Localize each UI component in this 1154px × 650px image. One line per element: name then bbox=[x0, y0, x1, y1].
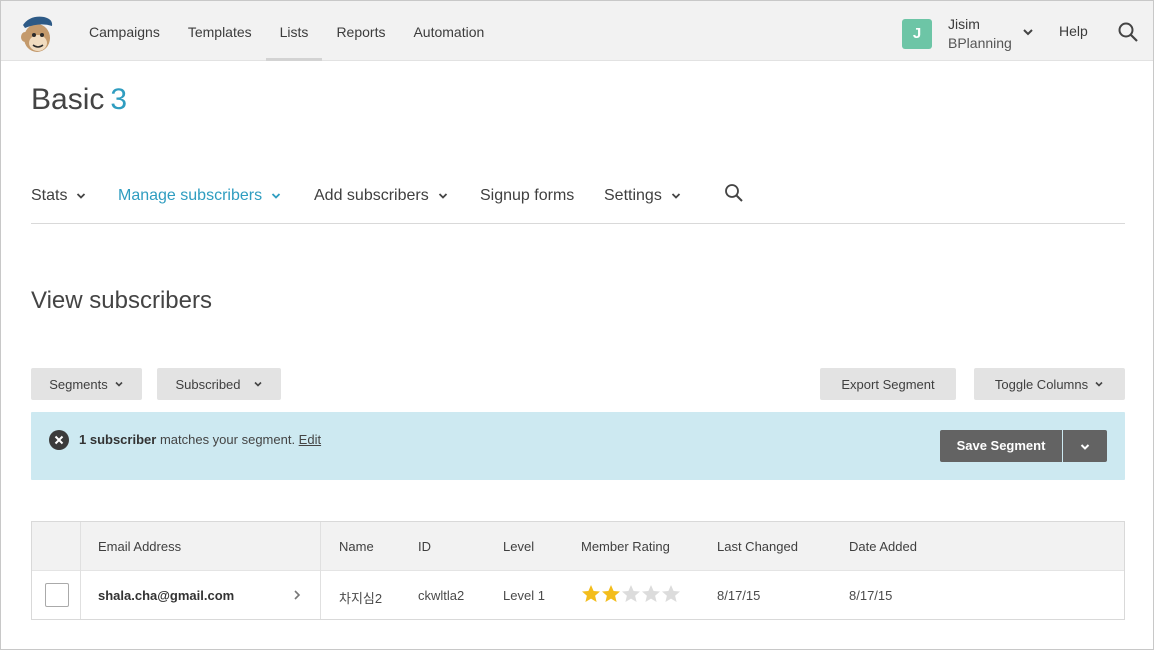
save-segment-dropdown[interactable] bbox=[1063, 430, 1107, 462]
save-segment-button[interactable]: Save Segment bbox=[940, 430, 1062, 462]
account-org: BPlanning bbox=[948, 35, 1012, 51]
row-date-added: 8/17/15 bbox=[849, 588, 893, 603]
segments-label: Segments bbox=[49, 376, 108, 392]
segment-match-text: 1 subscriber matches your segment. Edit bbox=[79, 432, 321, 447]
tab-add-subscribers[interactable]: Add subscribers bbox=[314, 187, 449, 205]
account-name: Jisim bbox=[948, 16, 980, 32]
row-select-checkbox[interactable] bbox=[45, 583, 69, 607]
help-link[interactable]: Help bbox=[1059, 23, 1088, 39]
segments-button[interactable]: Segments bbox=[31, 368, 142, 400]
chevron-down-icon bbox=[253, 381, 262, 387]
tab-settings[interactable]: Settings bbox=[604, 187, 682, 205]
row-name: 차지심2 bbox=[339, 591, 383, 606]
chevron-down-icon bbox=[115, 381, 123, 387]
list-subscriber-count: 3 bbox=[110, 83, 128, 116]
chevron-right-icon[interactable] bbox=[290, 588, 304, 602]
nav-templates[interactable]: Templates bbox=[174, 1, 266, 61]
chevron-down-icon bbox=[671, 193, 680, 199]
chevron-down-icon bbox=[438, 193, 447, 199]
tab-stats-label: Stats bbox=[31, 187, 68, 204]
col-date-added[interactable]: Date Added bbox=[849, 539, 917, 554]
search-icon[interactable] bbox=[723, 182, 745, 204]
tab-manage-subscribers[interactable]: Manage subscribers bbox=[118, 187, 282, 205]
list-name: Basic bbox=[31, 83, 105, 116]
mailchimp-logo-icon[interactable] bbox=[20, 13, 56, 53]
toggle-label: Toggle Columns bbox=[994, 376, 1089, 392]
chevron-down-icon bbox=[77, 193, 86, 199]
col-name[interactable]: Name bbox=[339, 539, 374, 554]
chevron-down-icon bbox=[271, 193, 281, 199]
col-email[interactable]: Email Address bbox=[98, 539, 181, 554]
main-nav: Campaigns Templates Lists Reports Automa… bbox=[75, 1, 498, 61]
section-title: View subscribers bbox=[31, 287, 212, 314]
chevron-down-icon bbox=[1023, 29, 1033, 36]
star-empty-icon bbox=[622, 585, 640, 602]
search-icon[interactable] bbox=[1117, 21, 1139, 43]
col-level[interactable]: Level bbox=[503, 539, 534, 554]
tab-stats[interactable]: Stats bbox=[31, 187, 87, 205]
nav-reports[interactable]: Reports bbox=[322, 1, 399, 61]
top-bar: Campaigns Templates Lists Reports Automa… bbox=[1, 1, 1153, 61]
chevron-down-icon bbox=[1080, 444, 1090, 450]
tab-add-label: Add subscribers bbox=[314, 187, 429, 204]
match-rest: matches your segment. bbox=[156, 432, 299, 447]
page-title: Basic 3 bbox=[31, 83, 127, 117]
star-filled-icon bbox=[582, 585, 600, 602]
tab-signup-label: Signup forms bbox=[480, 187, 575, 204]
col-member-rating[interactable]: Member Rating bbox=[581, 539, 670, 554]
subscribed-filter-button[interactable]: Subscribed bbox=[157, 368, 281, 400]
table-header: Email Address Name ID Level Member Ratin… bbox=[32, 522, 1124, 571]
edit-segment-link[interactable]: Edit bbox=[299, 432, 321, 447]
close-icon[interactable] bbox=[49, 430, 69, 450]
star-empty-icon bbox=[662, 585, 680, 602]
member-rating-stars bbox=[581, 583, 681, 605]
row-email[interactable]: shala.cha@gmail.com bbox=[98, 588, 234, 603]
star-empty-icon bbox=[642, 585, 660, 602]
export-label: Export Segment bbox=[841, 376, 935, 392]
col-id[interactable]: ID bbox=[418, 539, 431, 554]
nav-automation[interactable]: Automation bbox=[399, 1, 498, 61]
tab-manage-label: Manage subscribers bbox=[118, 187, 263, 204]
nav-campaigns[interactable]: Campaigns bbox=[75, 1, 174, 61]
table-row[interactable]: shala.cha@gmail.com 차지심2 ckwltla2 Level … bbox=[32, 571, 1124, 619]
chevron-down-icon bbox=[1095, 381, 1103, 387]
export-segment-button[interactable]: Export Segment bbox=[820, 368, 956, 400]
nav-lists[interactable]: Lists bbox=[265, 1, 323, 61]
avatar: J bbox=[902, 19, 932, 49]
tab-settings-label: Settings bbox=[604, 187, 662, 204]
row-id: ckwltla2 bbox=[418, 588, 465, 603]
col-last-changed[interactable]: Last Changed bbox=[717, 539, 798, 554]
match-count: 1 subscriber bbox=[79, 432, 157, 447]
toggle-columns-button[interactable]: Toggle Columns bbox=[974, 368, 1125, 400]
star-filled-icon bbox=[602, 585, 620, 602]
segment-banner: 1 subscriber matches your segment. Edit … bbox=[31, 412, 1125, 480]
subscribed-label: Subscribed bbox=[175, 376, 241, 392]
tab-signup-forms[interactable]: Signup forms bbox=[480, 187, 574, 205]
subscribers-table: Email Address Name ID Level Member Ratin… bbox=[31, 521, 1125, 620]
account-menu[interactable]: J Jisim BPlanning bbox=[902, 14, 1037, 52]
row-level: Level 1 bbox=[503, 588, 545, 603]
list-subnav: Stats Manage subscribers Add subscribers… bbox=[31, 177, 1125, 224]
row-last-changed: 8/17/15 bbox=[717, 588, 761, 603]
